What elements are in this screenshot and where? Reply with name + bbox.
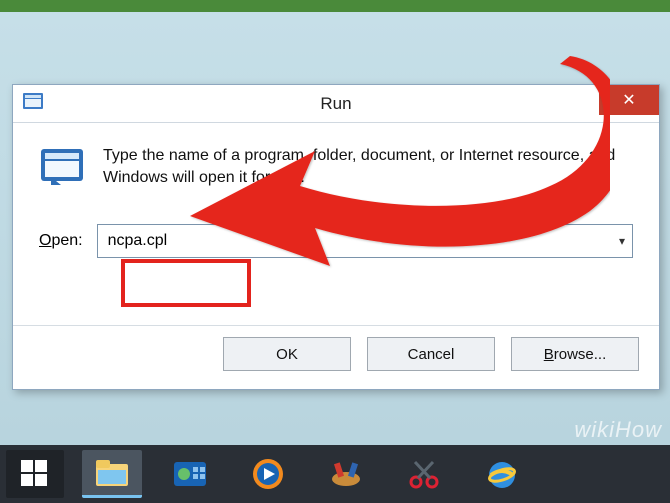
close-icon: ✕ — [622, 90, 635, 110]
scissors-icon — [407, 458, 441, 490]
browse-button[interactable]: Browse... — [511, 337, 639, 371]
media-player-icon — [251, 457, 285, 491]
button-row: OK Cancel Browse... — [223, 337, 639, 371]
windows-logo-icon — [21, 460, 49, 488]
open-input[interactable] — [97, 224, 633, 258]
watermark: wikiHow — [574, 417, 662, 443]
taskbar-media-player[interactable] — [238, 450, 298, 498]
decor-bar-top — [0, 0, 670, 12]
snipping-tool-icon — [328, 459, 364, 489]
taskbar-control-panel[interactable] — [160, 450, 220, 498]
taskbar — [0, 445, 670, 503]
run-icon — [39, 145, 85, 190]
taskbar-internet-explorer[interactable] — [472, 450, 532, 498]
dialog-description: Type the name of a program, folder, docu… — [103, 145, 633, 188]
separator — [13, 325, 659, 326]
file-explorer-icon — [94, 458, 130, 488]
taskbar-file-explorer[interactable] — [82, 450, 142, 498]
start-button[interactable] — [6, 450, 64, 498]
open-label: Open: — [39, 232, 83, 250]
highlight-annotation — [121, 259, 251, 307]
open-combobox[interactable]: ▾ — [97, 224, 633, 258]
close-button[interactable]: ✕ — [599, 85, 659, 115]
taskbar-snipping-tool[interactable] — [316, 450, 376, 498]
taskbar-screen-sketch[interactable] — [394, 450, 454, 498]
ok-button[interactable]: OK — [223, 337, 351, 371]
control-panel-icon — [173, 459, 207, 489]
dialog-title: Run — [13, 94, 659, 114]
run-dialog: Run ✕ Type the name of a program, folder… — [12, 84, 660, 390]
internet-explorer-icon — [485, 457, 519, 491]
cancel-button[interactable]: Cancel — [367, 337, 495, 371]
dialog-body: Type the name of a program, folder, docu… — [13, 123, 659, 258]
title-bar: Run ✕ — [13, 85, 659, 123]
